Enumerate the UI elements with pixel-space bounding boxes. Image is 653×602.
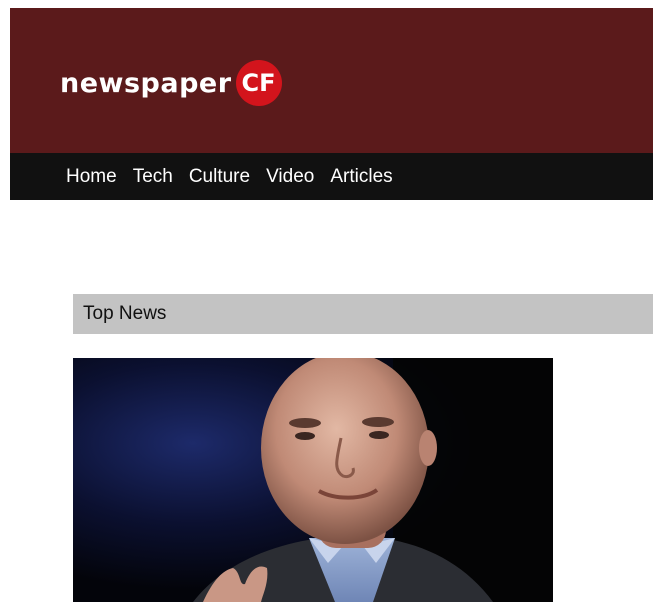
nav-item-home: Home [66,167,117,187]
top-news-hero-image[interactable] [73,358,553,602]
nav-list: Home Tech Culture Video Articles [66,153,393,200]
logo-badge: CF [235,60,282,106]
nav-link-home[interactable]: Home [66,166,117,187]
page: newspaper CF Home Tech Culture Video Art… [0,0,653,602]
nav-link-tech[interactable]: Tech [133,166,173,187]
site-logo[interactable]: newspaper CF [60,60,282,106]
nav-item-culture: Culture [189,167,250,187]
nav-item-video: Video [266,167,314,187]
news-photo-portrait [73,358,553,602]
top-news-header: Top News [73,294,653,334]
main-nav: Home Tech Culture Video Articles [10,153,653,200]
nav-link-video[interactable]: Video [266,166,314,187]
nav-link-culture[interactable]: Culture [189,166,250,187]
nav-item-articles: Articles [330,167,392,187]
masthead: newspaper CF [10,8,653,153]
logo-wordmark: newspaper [60,67,232,99]
top-news-title: Top News [83,303,167,324]
nav-item-tech: Tech [133,167,173,187]
nav-link-articles[interactable]: Articles [330,166,392,187]
